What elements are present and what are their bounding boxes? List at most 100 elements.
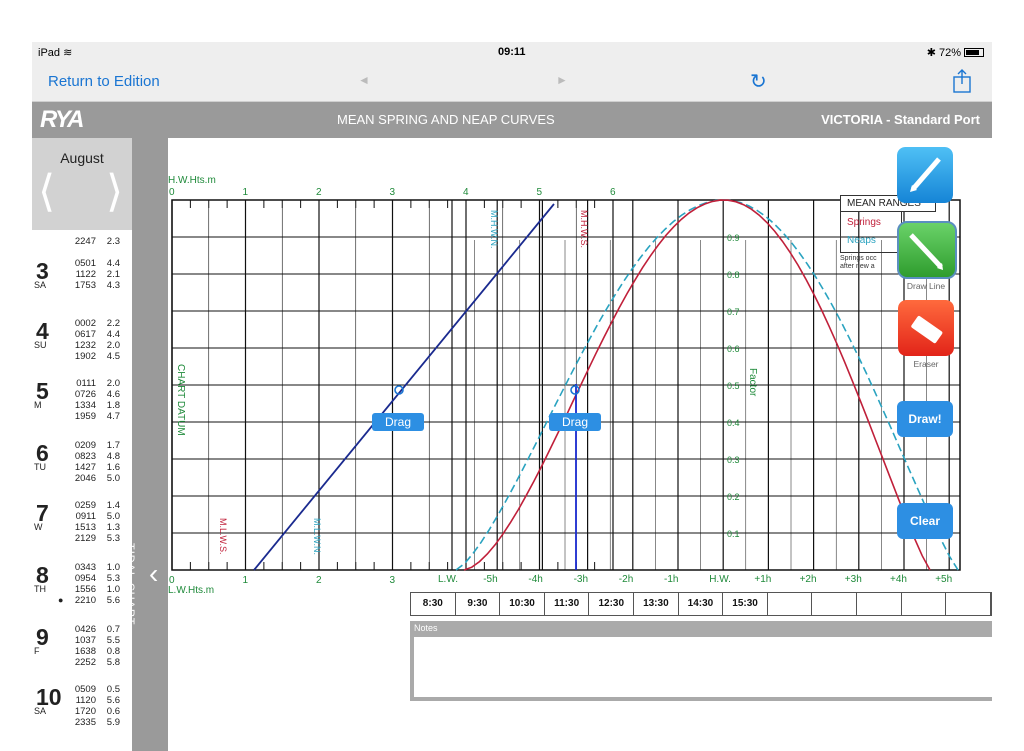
tide-row: 0911 5.0 <box>75 511 120 522</box>
tide-row: 0823 4.8 <box>74 451 120 462</box>
eraser-button[interactable] <box>898 300 954 356</box>
factor-tick-label: 0.6 <box>727 344 740 354</box>
draw-button[interactable]: Draw! <box>897 401 953 437</box>
tide-row: 0954 5.3 <box>74 573 120 584</box>
time-cell <box>812 593 858 615</box>
hw-tick-label: 3 <box>390 187 396 198</box>
eraser-label: Eraser <box>913 359 939 369</box>
factor-tick-label: 0.9 <box>727 233 740 243</box>
share-icon[interactable] <box>952 68 972 94</box>
mhws-label: M.H.W.S. <box>579 210 589 248</box>
tide-row: 0259 1.4 <box>74 500 120 511</box>
time-tick-label: -3h <box>574 574 588 585</box>
return-to-edition-button[interactable]: Return to Edition <box>48 73 160 90</box>
tide-row: 0343 1.0 <box>74 562 120 573</box>
legend-springs: Springs <box>847 217 881 228</box>
time-cell: 9:30 <box>456 593 501 615</box>
tide-row: 1120 5.6 <box>75 695 120 706</box>
title-bar: RYA MEAN SPRING AND NEAP CURVES VICTORIA… <box>32 102 992 138</box>
day-of-week: M <box>34 400 42 410</box>
notes-label: Notes <box>414 623 438 633</box>
month-label: August <box>60 150 104 166</box>
tide-row: 0209 1.7 <box>74 440 120 451</box>
factor-axis-label: Factor <box>747 368 758 397</box>
tidal-chart-tab[interactable]: TIDAL CHART ‹ <box>124 138 168 751</box>
day-number: 9 <box>36 624 49 650</box>
time-tick-label: +2h <box>800 574 817 585</box>
drag-handle-hw[interactable]: Drag <box>372 413 424 431</box>
time-cell <box>946 593 991 615</box>
day-of-week: W <box>34 522 43 532</box>
next-month-icon[interactable]: ⟩ <box>106 170 123 214</box>
time-strip: 8:30 9:30 10:30 11:30 12:30 13:30 14:30 15:30 <box>410 592 992 616</box>
notes-panel: Notes <box>410 621 992 701</box>
next-arrow-icon[interactable]: ► <box>556 73 568 87</box>
tide-row: 1122 2.1 <box>75 269 120 280</box>
day-of-week: SU <box>34 340 47 350</box>
time-cell <box>857 593 902 615</box>
time-cell: 8:30 <box>411 593 456 615</box>
notes-input[interactable] <box>414 637 992 697</box>
hw-axis-label: H.W.Hts.m <box>168 175 216 186</box>
factor-tick-label: 0.1 <box>727 529 740 539</box>
draw-line-label: Draw Line <box>906 281 946 291</box>
chart-datum-label: CHART DATUM <box>175 364 186 436</box>
time-cell: 13:30 <box>634 593 679 615</box>
hw-tick-label: 2 <box>316 187 322 198</box>
hw-tick-label: 5 <box>537 187 543 198</box>
time-tick-label: H.W. <box>709 574 731 585</box>
tide-row: 1232 2.0 <box>74 340 120 351</box>
mlwn-label: M.L.W.N. <box>312 518 322 555</box>
tide-row: 0509 0.5 <box>74 684 120 695</box>
draw-line-button[interactable] <box>897 221 957 279</box>
date-list: August ⟨ ⟩ 2247 2.3 3 SA 0501 4.4 1122 2.1 1753… <box>32 138 132 751</box>
factor-tick-label: 0.3 <box>727 455 740 465</box>
hw-tick-label: 4 <box>463 187 469 198</box>
tide-row: 2129 5.3 <box>74 533 120 544</box>
drag-handle-time[interactable]: Drag <box>549 413 601 431</box>
tide-row: 1334 1.8 <box>74 400 120 411</box>
day-of-week: TU <box>34 462 46 472</box>
time-tick-label: -2h <box>619 574 633 585</box>
tide-row: 1427 1.6 <box>74 462 120 473</box>
lw-tick-label: 1 <box>243 575 249 586</box>
factor-tick-label: 0.7 <box>727 307 740 317</box>
month-selector: August ⟨ ⟩ <box>32 138 132 230</box>
tide-row: 1720 0.6 <box>74 706 120 717</box>
rya-logo: RYA <box>40 106 84 133</box>
tide-row: 0426 0.7 <box>74 624 120 635</box>
tide-row: 1638 0.8 <box>74 646 120 657</box>
tide-row: 0111 2.0 <box>76 378 120 389</box>
clock: 09:11 <box>498 46 526 58</box>
time-tick-label: L.W. <box>438 574 458 585</box>
tide-row: 0002 2.2 <box>74 318 120 329</box>
refresh-icon[interactable]: ↻ <box>750 69 767 94</box>
day-number: 8 <box>36 562 49 588</box>
day-of-week: SA <box>34 280 47 290</box>
time-cell: 15:30 <box>723 593 768 615</box>
mlws-label: M.L.W.S. <box>218 518 228 555</box>
pen-tool-button[interactable] <box>897 147 953 203</box>
factor-tick-label: 0.8 <box>727 270 740 280</box>
clear-button[interactable]: Clear <box>897 503 953 539</box>
tide-row: 1513 1.3 <box>74 522 120 533</box>
device-label: iPad ≋ <box>38 47 73 59</box>
full-moon-icon: ● <box>58 595 64 605</box>
tide-row: 0617 4.4 <box>74 329 120 340</box>
tide-row: 1902 4.5 <box>74 351 120 362</box>
day-of-week: SA <box>34 706 47 716</box>
previous-month-icon[interactable]: ⟨ <box>38 170 55 214</box>
previous-arrow-icon[interactable]: ◄ <box>358 73 370 87</box>
time-cell <box>768 593 813 615</box>
mhwn-label: M.H.W.N. <box>489 210 499 249</box>
time-tick-label: -1h <box>664 574 678 585</box>
tide-row: 0501 4.4 <box>74 258 120 269</box>
nav-bar: Return to Edition ◄ ► ↻ <box>32 64 992 102</box>
tide-row: 1037 5.5 <box>74 635 120 646</box>
hw-tick-label: 0 <box>169 187 175 198</box>
day-number: 6 <box>36 440 49 466</box>
time-cell <box>902 593 947 615</box>
lw-tick-label: 0 <box>169 575 175 586</box>
tide-row: 1556 1.0 <box>74 584 120 595</box>
time-cell: 12:30 <box>589 593 635 615</box>
